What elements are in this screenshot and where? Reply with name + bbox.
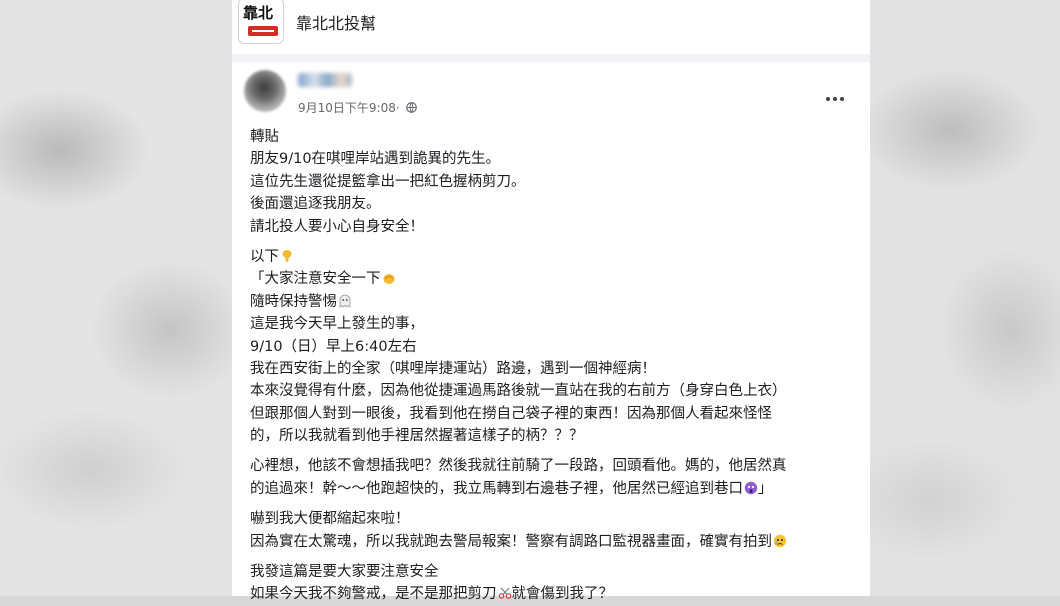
post-body: 轉貼朋友9/10在唭哩岸站遇到詭異的先生。這位先生還從提籃拿出一把紅色握柄剪刀。…	[250, 126, 862, 606]
post-text-segment: 以下	[250, 248, 279, 265]
post-text-line: 9/10（日）早上6:40左右	[250, 336, 862, 358]
post-text-segment: 心裡想，他該不會想插我吧？然後我就往前騎了一段路，回頭看他。媽的，他居然真	[250, 458, 787, 475]
shocked-face-emoji	[744, 481, 758, 495]
post-text-segment: 後面還追逐我朋友。	[250, 196, 381, 213]
post-text-segment: 因為實在太驚魂，所以我就跑去警局報案！警察有調路口監視器畫面，確實有拍到	[250, 533, 772, 550]
post-text-segment: 轉貼	[250, 129, 279, 145]
post-text-line: 的追過來！幹～～他跑超快的，我立馬轉到右邊巷子裡，他居然已經追到巷口」	[250, 478, 862, 500]
raised-hands-emoji	[383, 274, 394, 285]
post-text-segment: 但跟那個人對到一眼後，我看到他在撈自己袋子裡的東西！因為那個人看起來怪怪	[250, 405, 772, 422]
post-text-line: 「大家注意安全一下	[250, 268, 862, 290]
post-text-segment: 隨時保持警惕	[250, 293, 337, 310]
blurred-background-right	[870, 0, 1060, 596]
post-text-segment: 嚇到我大便都縮起來啦！	[250, 511, 410, 528]
group-name[interactable]: 靠北北投幫	[296, 10, 376, 34]
group-header: 靠北 靠北北投幫	[232, 0, 870, 54]
post-text-line: 嚇到我大便都縮起來啦！	[250, 508, 862, 530]
group-logo-band	[248, 26, 278, 36]
post-text-segment: 的，所以我就看到他手裡居然握著這樣子的柄？？？	[250, 428, 584, 445]
post-timestamp[interactable]: 9月10日下午9:08	[298, 99, 396, 116]
ghost-emoji	[339, 294, 351, 308]
post-text-segment: 請北投人要小心自身安全！	[250, 218, 424, 235]
post-text-line: 轉貼	[250, 126, 862, 148]
post-meta: 9月10日下午9:08 ·	[298, 99, 417, 116]
post-text-line: 心裡想，他該不會想插我吧？然後我就往前騎了一段路，回頭看他。媽的，他居然真	[250, 455, 862, 477]
teary-face-emoji	[773, 534, 787, 547]
post-text-line: 以下	[250, 246, 862, 268]
post-text-segment: 9/10（日）早上6:40左右	[250, 338, 417, 355]
post-text-line: 後面還追逐我朋友。	[250, 193, 862, 215]
post-card: 9月10日下午9:08 · 轉貼朋友9/10在唭哩岸站遇到詭異的先生。這位先生還…	[232, 62, 870, 602]
post-text-segment: 這位先生還從提籃拿出一把紅色握柄剪刀。	[250, 173, 526, 190]
post-text-line: 朋友9/10在唭哩岸站遇到詭異的先生。	[250, 148, 862, 170]
post-text-segment: 這是我今天早上發生的事，	[250, 316, 424, 333]
post-text-segment: 我在西安街上的全家（唭哩岸捷運站）路邊，遇到一個神經病！	[250, 360, 656, 377]
post-text-segment: 「大家注意安全一下	[250, 271, 381, 288]
post-text-line: 的，所以我就看到他手裡居然握著這樣子的柄？？？	[250, 425, 862, 447]
screenshot-center: 靠北 靠北北投幫 9月10日下午9:08 · 轉貼朋友9/10在唭哩岸站遇到詭異…	[232, 0, 870, 602]
post-text-segment: 本來沒覺得有什麼，因為他從捷運過馬路後就一直站在我的右前方（身穿白色上衣）	[250, 383, 787, 400]
pointing-down-emoji	[282, 249, 292, 262]
post-text-line: 隨時保持警惕	[250, 291, 862, 313]
post-text-segment: 我發這篇是要大家要注意安全	[250, 564, 439, 581]
post-text-line: 本來沒覺得有什麼，因為他從捷運過馬路後就一直站在我的右前方（身穿白色上衣）	[250, 380, 862, 402]
post-text-line: 如果今天我不夠警戒，是不是那把剪刀 就會傷到我了？	[250, 583, 862, 605]
post-text-line: 這位先生還從提籃拿出一把紅色握柄剪刀。	[250, 171, 862, 193]
post-text-line: 我在西安街上的全家（唭哩岸捷運站）路邊，遇到一個神經病！	[250, 358, 862, 380]
post-text-suffix: 」	[758, 480, 773, 497]
globe-icon	[405, 102, 417, 113]
group-logo[interactable]: 靠北	[238, 0, 284, 44]
post-text-suffix: 就會傷到我了？	[511, 586, 614, 603]
author-avatar[interactable]	[244, 70, 286, 112]
group-logo-text: 靠北	[243, 4, 274, 22]
scissors-emoji	[498, 588, 511, 600]
post-text-segment: 的追過來！幹～～他跑超快的，我立馬轉到右邊巷子裡，他居然已經追到巷口	[250, 480, 743, 497]
post-text-line: 請北投人要小心自身安全！	[250, 216, 862, 238]
post-text-segment: 如果今天我不夠警戒，是不是那把剪刀	[250, 586, 497, 603]
post-text-line: 這是我今天早上發生的事，	[250, 313, 862, 335]
more-options-icon[interactable]	[826, 86, 848, 101]
author-name-blurred[interactable]	[298, 73, 352, 87]
blurred-background-left	[0, 0, 232, 596]
post-text-line: 我發這篇是要大家要注意安全	[250, 561, 862, 583]
post-text-line: 但跟那個人對到一眼後，我看到他在撈自己袋子裡的東西！因為那個人看起來怪怪	[250, 403, 862, 425]
post-text-segment: 朋友9/10在唭哩岸站遇到詭異的先生。	[250, 151, 501, 168]
post-text-line: 因為實在太驚魂，所以我就跑去警局報案！警察有調路口監視器畫面，確實有拍到	[250, 531, 862, 553]
